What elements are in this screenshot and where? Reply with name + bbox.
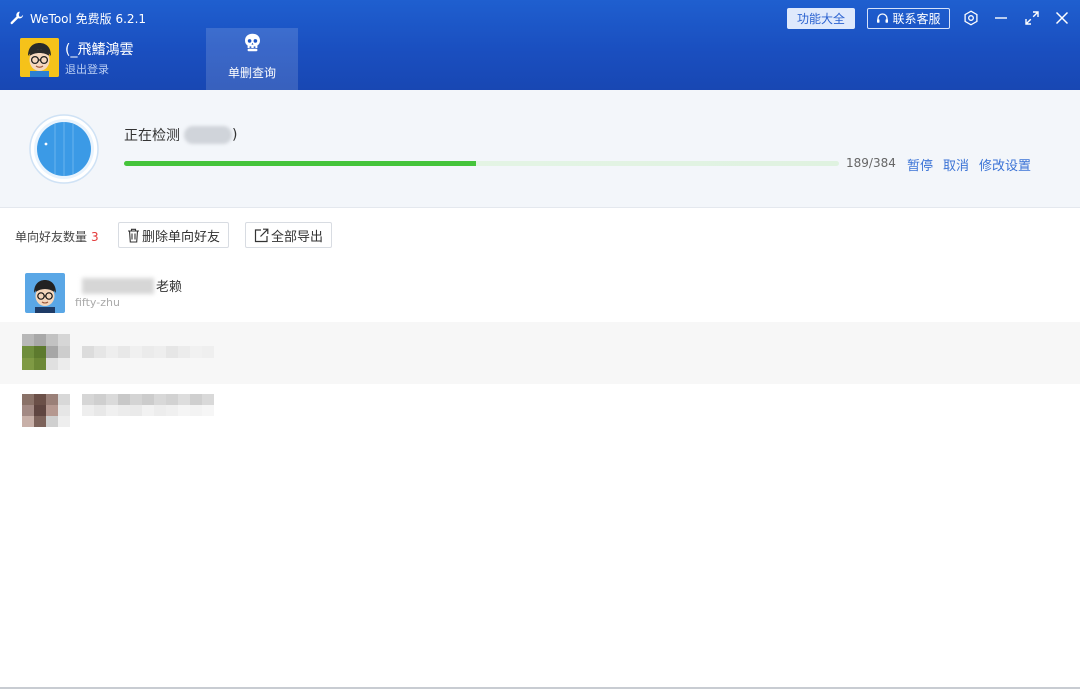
blurred-friend-avatar	[22, 394, 70, 427]
list-item[interactable]	[0, 390, 1080, 442]
settings-button[interactable]	[962, 9, 980, 27]
blurred-contact-name	[184, 126, 232, 144]
support-button-label: 联系客服	[892, 12, 941, 26]
maximize-icon	[1025, 11, 1039, 25]
export-icon	[254, 228, 269, 242]
friend-name-suffix: 老赖	[156, 280, 183, 295]
pause-button[interactable]: 暂停	[907, 155, 933, 174]
headset-icon	[877, 13, 889, 23]
list-item[interactable]: 老赖 fifty-zhu	[0, 270, 1080, 328]
scan-progress-fill	[124, 161, 476, 166]
blurred-friend-avatar	[22, 334, 70, 370]
cancel-button[interactable]: 取消	[943, 155, 969, 174]
app-title: WeTool 免费版 6.2.1	[10, 10, 146, 26]
count-value: 3	[91, 230, 99, 244]
support-button[interactable]: 联系客服	[867, 8, 950, 29]
blurred-friend-name	[82, 346, 214, 358]
app-title-text: WeTool 免费版 6.2.1	[30, 11, 147, 26]
count-label-text: 单向好友数量	[15, 230, 88, 244]
settings-icon	[964, 10, 978, 26]
trash-icon	[128, 228, 139, 243]
scan-status-suffix: )	[232, 127, 238, 143]
close-button[interactable]	[1053, 9, 1071, 27]
scan-progress-count: 189/384	[846, 156, 896, 170]
scan-status-prefix: 正在检测	[124, 128, 180, 144]
friend-avatar	[25, 273, 65, 313]
scan-radar-icon	[29, 114, 99, 184]
friend-wechat-id: fifty-zhu	[75, 296, 120, 309]
modify-settings-button[interactable]: 修改设置	[979, 155, 1031, 174]
friend-name: 老赖	[82, 276, 182, 295]
export-all-button[interactable]: 全部导出	[245, 222, 333, 248]
export-button-label: 全部导出	[271, 229, 324, 245]
blurred-friend-name	[82, 394, 214, 416]
minimize-icon	[995, 17, 1007, 19]
tab-label: 单删查询	[227, 66, 276, 80]
minimize-button[interactable]	[992, 9, 1010, 27]
one-way-friend-count: 单向好友数量 3	[15, 228, 99, 245]
cartoon-avatar-icon	[25, 273, 65, 313]
user-avatar[interactable]	[20, 38, 59, 77]
scan-status: 正在检测 )	[124, 125, 237, 145]
user-name: (_飛鰭鴻雲	[65, 42, 134, 58]
delete-one-way-friends-button[interactable]: 删除单向好友	[118, 222, 230, 248]
blurred-name	[82, 277, 154, 294]
delete-button-label: 删除单向好友	[142, 229, 221, 245]
wrench-icon	[10, 11, 24, 25]
scan-progress-bar	[124, 161, 839, 166]
close-icon	[1055, 11, 1069, 25]
skull-icon	[245, 33, 260, 52]
cartoon-avatar-icon	[20, 38, 59, 77]
header-bar: WeTool 免费版 6.2.1 (_飛鰭鴻雲 退出登录 单删查询 功能大全 联…	[0, 0, 1080, 90]
scan-progress-panel: 正在检测 ) 189/384 暂停 取消 修改设置	[0, 90, 1080, 208]
maximize-button[interactable]	[1023, 9, 1041, 27]
logout-link[interactable]: 退出登录	[65, 61, 109, 77]
features-button[interactable]: 功能大全	[787, 8, 855, 29]
list-item[interactable]	[0, 322, 1080, 384]
tab-single-delete-check[interactable]: 单删查询	[206, 28, 298, 90]
